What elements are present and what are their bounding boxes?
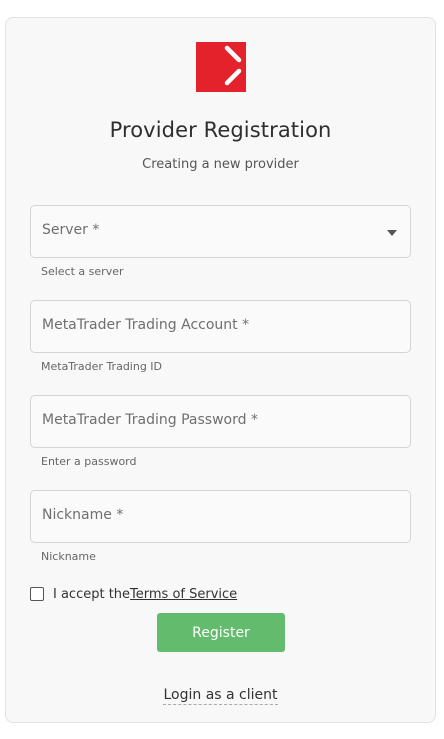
terms-checkbox[interactable] [30, 587, 44, 601]
terms-of-service-link[interactable]: Terms of Service [130, 587, 237, 602]
login-as-client-link[interactable]: Login as a client [163, 687, 278, 705]
terms-prefix: I accept the [53, 586, 131, 602]
trading-account-placeholder: MetaTrader Trading Account * [42, 317, 250, 333]
trading-password-hint: Enter a password [41, 455, 137, 468]
server-select-placeholder: Server * [42, 222, 100, 238]
page-title: Provider Registration [109, 118, 332, 142]
login-as-client-row: Login as a client [6, 684, 435, 705]
chevron-down-icon[interactable] [387, 230, 397, 236]
trading-password-input[interactable]: MetaTrader Trading Password * [30, 395, 411, 448]
page-subtitle: Creating a new provider [142, 157, 299, 172]
brand-logo-icon [196, 42, 246, 92]
trading-account-hint: MetaTrader Trading ID [41, 360, 163, 373]
server-hint: Select a server [41, 265, 124, 278]
trading-account-input[interactable]: MetaTrader Trading Account * [30, 300, 411, 353]
register-button[interactable]: Register [157, 613, 285, 652]
server-select[interactable]: Server * [30, 205, 411, 258]
nickname-placeholder: Nickname * [42, 507, 124, 523]
terms-row: I accept the Terms of Service [30, 585, 237, 603]
trading-password-placeholder: MetaTrader Trading Password * [42, 412, 258, 428]
nickname-hint: Nickname [41, 550, 96, 563]
nickname-input[interactable]: Nickname * [30, 490, 411, 543]
registration-card: Provider Registration Creating a new pro… [5, 17, 436, 723]
